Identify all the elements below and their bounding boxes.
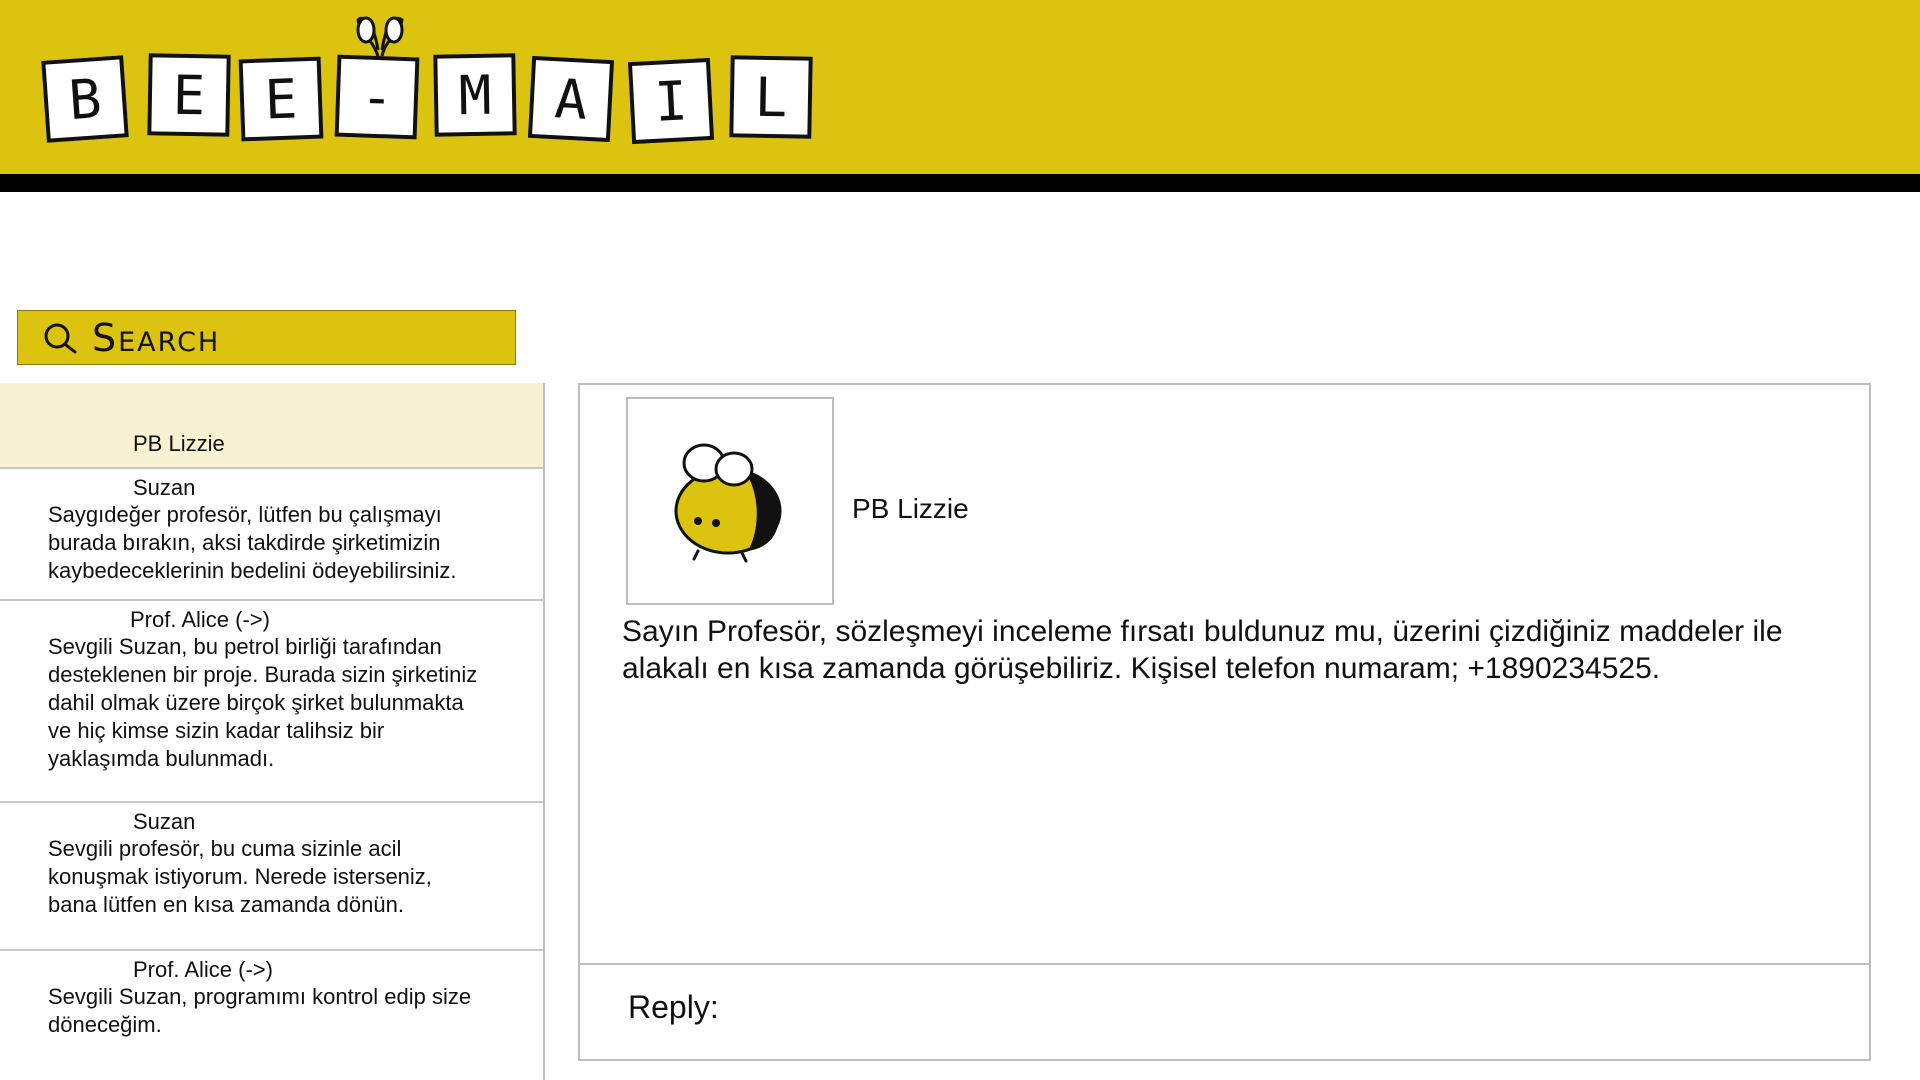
message-sender: Prof. Alice (->) [130, 607, 270, 632]
reply-field[interactable]: Reply: [580, 963, 1869, 1059]
logo-tile-e2: E [238, 56, 324, 142]
bee-antennae-icon [356, 16, 404, 57]
search-label: Search [92, 315, 221, 360]
message-snippet: Sevgili Suzan, programımı kontrol edip s… [48, 984, 472, 1037]
logo-tile-i: I [627, 57, 715, 145]
logo-tile-b: B [41, 55, 129, 143]
logo-tile-l: L [729, 55, 813, 139]
sender-avatar [626, 397, 834, 605]
message-reader: PB Lizzie Sayın Profesör, sözleşmeyi inc… [578, 383, 1871, 1061]
search-icon[interactable] [40, 318, 80, 358]
logo-tile-e1: E [147, 53, 231, 137]
message-list-item[interactable]: Prof. Alice (->) Sevgili Suzan, programı… [0, 951, 543, 1080]
bee-mail-logo[interactable]: B E E - M A I L [40, 10, 840, 150]
logo-tile-a: A [527, 55, 615, 143]
message-sender: PB Lizzie [133, 431, 225, 456]
message-list-item[interactable]: Suzan Sevgili profesör, bu cuma sizinle … [0, 803, 543, 951]
message-snippet: Sevgili profesör, bu cuma sizinle acil k… [48, 836, 432, 917]
reply-label: Reply: [628, 989, 719, 1025]
message-snippet: Sevgili Suzan, bu petrol birliği tarafın… [48, 634, 478, 771]
message-list: PB Lizzie Suzan Saygıdeğer profesör, lüt… [0, 383, 545, 1080]
logo-tile-m: M [433, 53, 517, 137]
message-sender: Prof. Alice (->) [133, 957, 273, 982]
message-list-item[interactable]: Suzan Saygıdeğer profesör, lütfen bu çal… [0, 469, 543, 601]
message-list-item[interactable]: Prof. Alice (->) Sevgili Suzan, bu petro… [0, 601, 543, 803]
message-sender: Suzan [133, 809, 196, 834]
reader-sender-name: PB Lizzie [852, 493, 969, 524]
message-snippet: Saygıdeğer profesör, lütfen bu çalışmayı… [48, 502, 457, 583]
header-divider [0, 174, 1920, 192]
search-bar[interactable]: Search [17, 310, 516, 365]
logo-tile-dash: - [334, 54, 420, 140]
message-list-item[interactable]: PB Lizzie [0, 383, 543, 469]
reader-message-body: Sayın Profesör, sözleşmeyi inceleme fırs… [622, 615, 1783, 685]
message-sender: Suzan [133, 475, 196, 500]
app-header: B E E - M A I L [0, 0, 1920, 174]
bee-icon [674, 443, 782, 563]
